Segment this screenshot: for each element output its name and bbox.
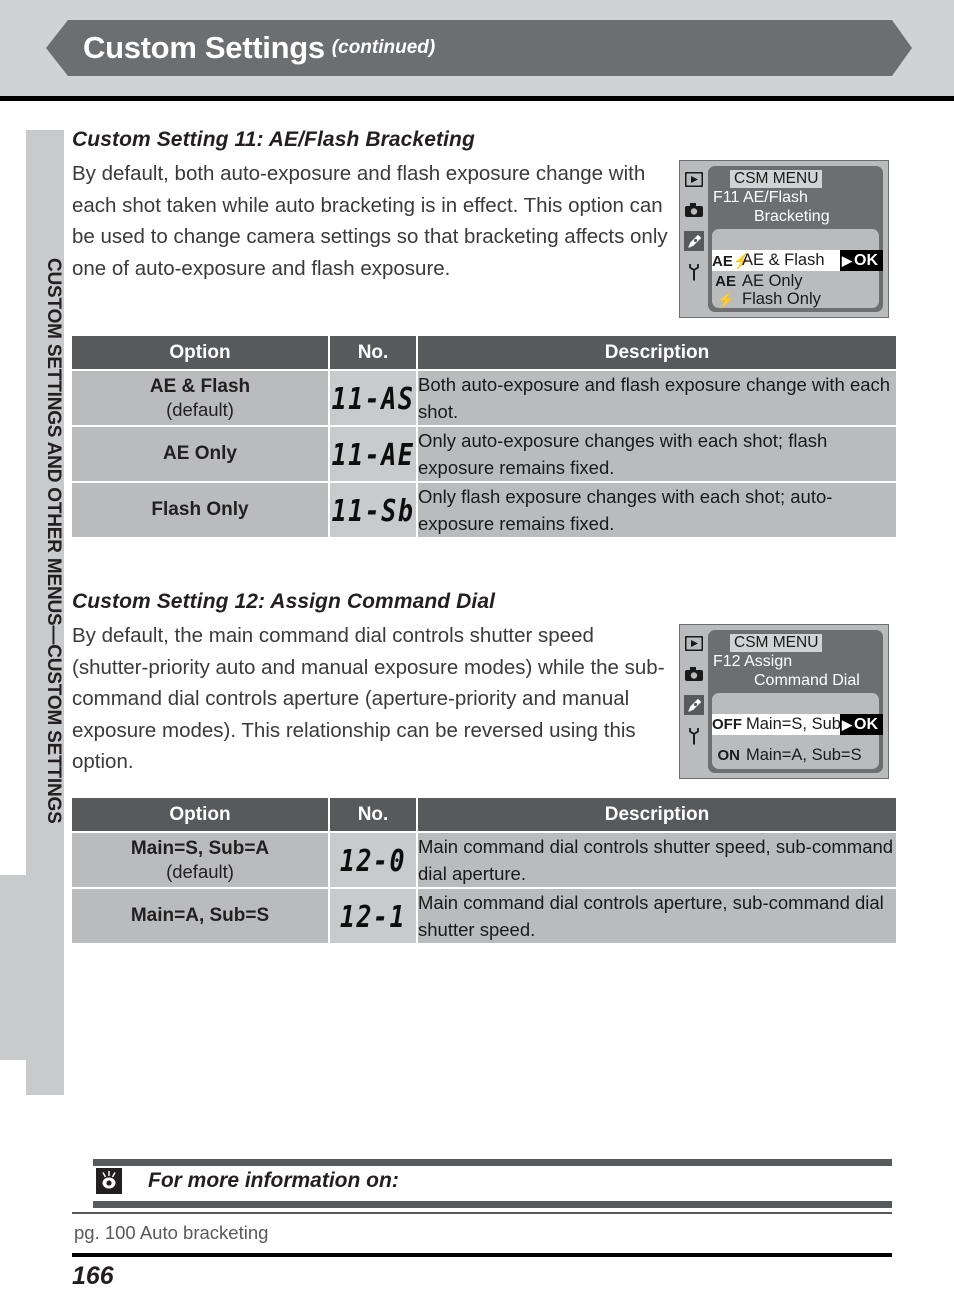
option-default-note: (default) (166, 398, 234, 420)
playback-icon (684, 633, 704, 653)
wrench-icon (684, 726, 704, 746)
lcd-1-option-row-3[interactable]: ⚡ Flash Only (712, 289, 879, 310)
chevron-right-icon: ▶ (842, 253, 852, 268)
table-2-header-description: Description (418, 798, 896, 831)
option-default-note: (default) (166, 860, 234, 882)
lcd-screenshot-1: CSM MENU F11 AE/Flash Bracketing AE⚡ AE … (679, 160, 889, 318)
table-1-header-row: Option No. Description (72, 336, 896, 369)
table-1-row-3-no: 11-Sb (330, 483, 416, 537)
lcd-1-screen: CSM MENU F11 AE/Flash Bracketing AE⚡ AE … (708, 166, 883, 312)
lcd-code: 11-Sb (331, 492, 415, 528)
on-icon: ON (717, 747, 741, 764)
table-1-row-1-description: Both auto-exposure and flash exposure ch… (418, 371, 896, 425)
footer-rule-2 (72, 1253, 892, 1257)
table-1-row-3-description: Only flash exposure changes with each sh… (418, 483, 896, 537)
options-table-1: Option No. Description AE & Flash (defau… (70, 334, 898, 539)
table-row: Flash Only 11-Sb Only flash exposure cha… (72, 483, 896, 537)
footer-title: For more information on: (148, 1169, 399, 1192)
option-label: AE & Flash (149, 375, 251, 397)
section-1-heading: Custom Setting 11: AE/Flash Bracketing (72, 128, 475, 151)
lcd-2-menu-title: CSM MENU (730, 634, 823, 652)
off-icon: OFF (712, 716, 742, 733)
footer-bar-top (93, 1159, 892, 1166)
playback-icon (684, 169, 704, 189)
table-2-row-1-description: Main command dial controls shutter speed… (418, 833, 896, 887)
table-2-row-1-no: 12-0 (330, 833, 416, 887)
section-2-heading: Custom Setting 12: Assign Command Dial (72, 590, 496, 613)
lcd-1-option-label-3: Flash Only (742, 290, 821, 308)
lcd-1-line-2: Bracketing (754, 208, 830, 225)
footer-bar-bottom (93, 1201, 892, 1208)
lcd-2-line-1: F12 Assign (713, 653, 793, 670)
table-row: Main=S, Sub=A (default) 12-0 Main comman… (72, 833, 896, 887)
page-content: Custom Setting 11: AE/Flash Bracketing B… (0, 0, 954, 1314)
pencil-icon (684, 231, 704, 251)
lcd-code: 11-AS (331, 380, 415, 416)
footer-reference[interactable]: pg. 100 Auto bracketing (74, 1222, 268, 1244)
lcd-1-option-label-1: AE & Flash (742, 251, 825, 269)
table-2-header-no: No. (330, 798, 416, 831)
table-2-row-1-option: Main=S, Sub=A (default) (72, 833, 328, 887)
table-2-row-2-no: 12-1 (330, 889, 416, 943)
lcd-code: 12-0 (339, 842, 407, 878)
table-2-header-option: Option (72, 798, 328, 831)
flash-icon: ⚡ (717, 291, 736, 309)
lcd-screenshot-2: CSM MENU F12 Assign Command Dial OFF Mai… (679, 624, 889, 779)
table-2-row-2-option: Main=A, Sub=S (72, 889, 328, 943)
section-1-body: By default, both auto-exposure and flash… (72, 162, 668, 280)
table-1-row-1-no: 11-AS (330, 371, 416, 425)
lcd-1-ok-label: OK (854, 252, 878, 269)
option-label: Main=S, Sub=A (130, 837, 270, 859)
camera-icon (684, 200, 704, 220)
option-label: AE Only (163, 443, 237, 464)
lcd-2-option-label-2: Main=A, Sub=S (746, 746, 862, 764)
ae-flash-icon: AE⚡ (712, 252, 752, 270)
wrench-icon (684, 262, 704, 282)
lcd-2-icon-rail (680, 625, 708, 778)
table-1-row-3-option: Flash Only (72, 483, 328, 537)
table-1-header-option: Option (72, 336, 328, 369)
lcd-2-ok-label: OK (854, 716, 878, 733)
table-row: AE Only 11-AE Only auto-exposure changes… (72, 427, 896, 481)
option-label: Main=A, Sub=S (130, 905, 270, 926)
chevron-right-icon: ▶ (842, 717, 852, 732)
table-2-header-row: Option No. Description (72, 798, 896, 831)
footer-rule-1 (72, 1212, 892, 1214)
table-1-header-description: Description (418, 336, 896, 369)
lcd-2-line-2: Command Dial (754, 672, 860, 689)
lcd-2-screen: CSM MENU F12 Assign Command Dial OFF Mai… (708, 630, 883, 773)
page-number: 166 (72, 1262, 114, 1290)
section-2-body: By default, the main command dial contro… (72, 624, 665, 774)
table-row: Main=A, Sub=S 12-1 Main command dial con… (72, 889, 896, 943)
option-label: Flash Only (151, 499, 249, 520)
lcd-2-ok-button[interactable]: ▶ OK (840, 714, 883, 735)
table-1-row-2-option: AE Only (72, 427, 328, 481)
lcd-2-option-row-2[interactable]: ON Main=A, Sub=S (712, 745, 879, 766)
eye-icon (96, 1168, 122, 1194)
table-1-row-1-option: AE & Flash (default) (72, 371, 328, 425)
table-2-row-2-description: Main command dial controls aperture, sub… (418, 889, 896, 943)
lcd-code: 11-AE (331, 436, 415, 472)
lcd-code: 12-1 (339, 898, 407, 934)
lcd-1-line-1: F11 AE/Flash (713, 189, 808, 206)
camera-icon (684, 664, 704, 684)
lcd-1-menu-title: CSM MENU (730, 170, 823, 188)
table-1-row-2-no: 11-AE (330, 427, 416, 481)
table-1-header-no: No. (330, 336, 416, 369)
lcd-1-icon-rail (680, 161, 708, 317)
pencil-icon (684, 695, 704, 715)
options-table-2: Option No. Description Main=S, Sub=A (de… (70, 796, 898, 945)
ae-icon: AE (715, 273, 736, 290)
lcd-1-ok-button[interactable]: ▶ OK (840, 250, 883, 271)
table-row: AE & Flash (default) 11-AS Both auto-exp… (72, 371, 896, 425)
table-1-row-2-description: Only auto-exposure changes with each sho… (418, 427, 896, 481)
